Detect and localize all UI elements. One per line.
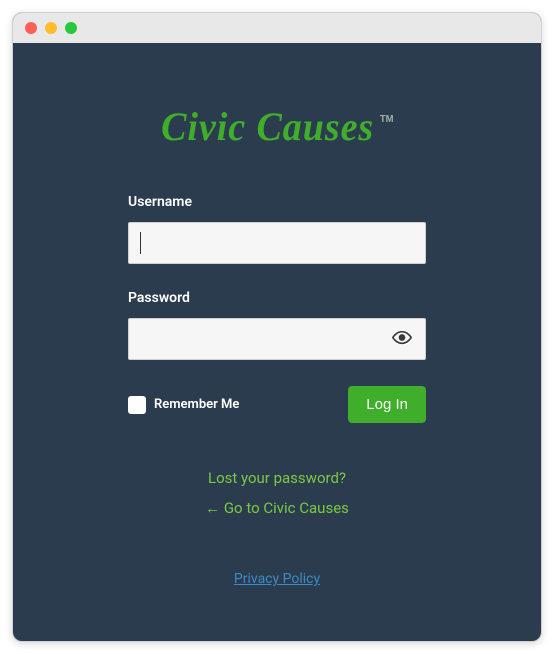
app-window: Civic Causes TM Username Password xyxy=(12,12,542,642)
username-input[interactable] xyxy=(128,222,426,264)
logo: Civic Causes TM xyxy=(161,103,393,150)
secondary-links: Lost your password? ← Go to Civic Causes… xyxy=(205,469,349,587)
window-minimize-icon[interactable] xyxy=(45,22,57,34)
password-label: Password xyxy=(128,290,426,306)
window-zoom-icon[interactable] xyxy=(65,22,77,34)
toggle-password-visibility-button[interactable] xyxy=(388,324,416,355)
username-label: Username xyxy=(128,194,426,210)
titlebar xyxy=(13,13,541,43)
remember-me-checkbox[interactable] xyxy=(128,396,146,414)
logo-text: Civic Causes xyxy=(161,103,374,150)
form-footer-row: Remember Me Log In xyxy=(128,386,426,423)
window-close-icon[interactable] xyxy=(25,22,37,34)
username-input-wrap xyxy=(128,222,426,264)
text-caret-icon xyxy=(140,232,141,254)
login-form: Username Password Remember Me xyxy=(128,194,426,423)
login-button[interactable]: Log In xyxy=(348,386,426,423)
remember-me-text: Remember Me xyxy=(154,397,239,412)
privacy-policy-link[interactable]: Privacy Policy xyxy=(234,571,320,587)
logo-tm: TM xyxy=(379,114,393,125)
lost-password-link[interactable]: Lost your password? xyxy=(208,469,346,487)
eye-icon xyxy=(392,328,412,348)
password-input[interactable] xyxy=(128,318,426,360)
remember-me-label[interactable]: Remember Me xyxy=(128,396,239,414)
password-input-wrap xyxy=(128,318,426,360)
login-content: Civic Causes TM Username Password xyxy=(13,43,541,607)
back-to-site-link[interactable]: ← Go to Civic Causes xyxy=(205,499,349,517)
